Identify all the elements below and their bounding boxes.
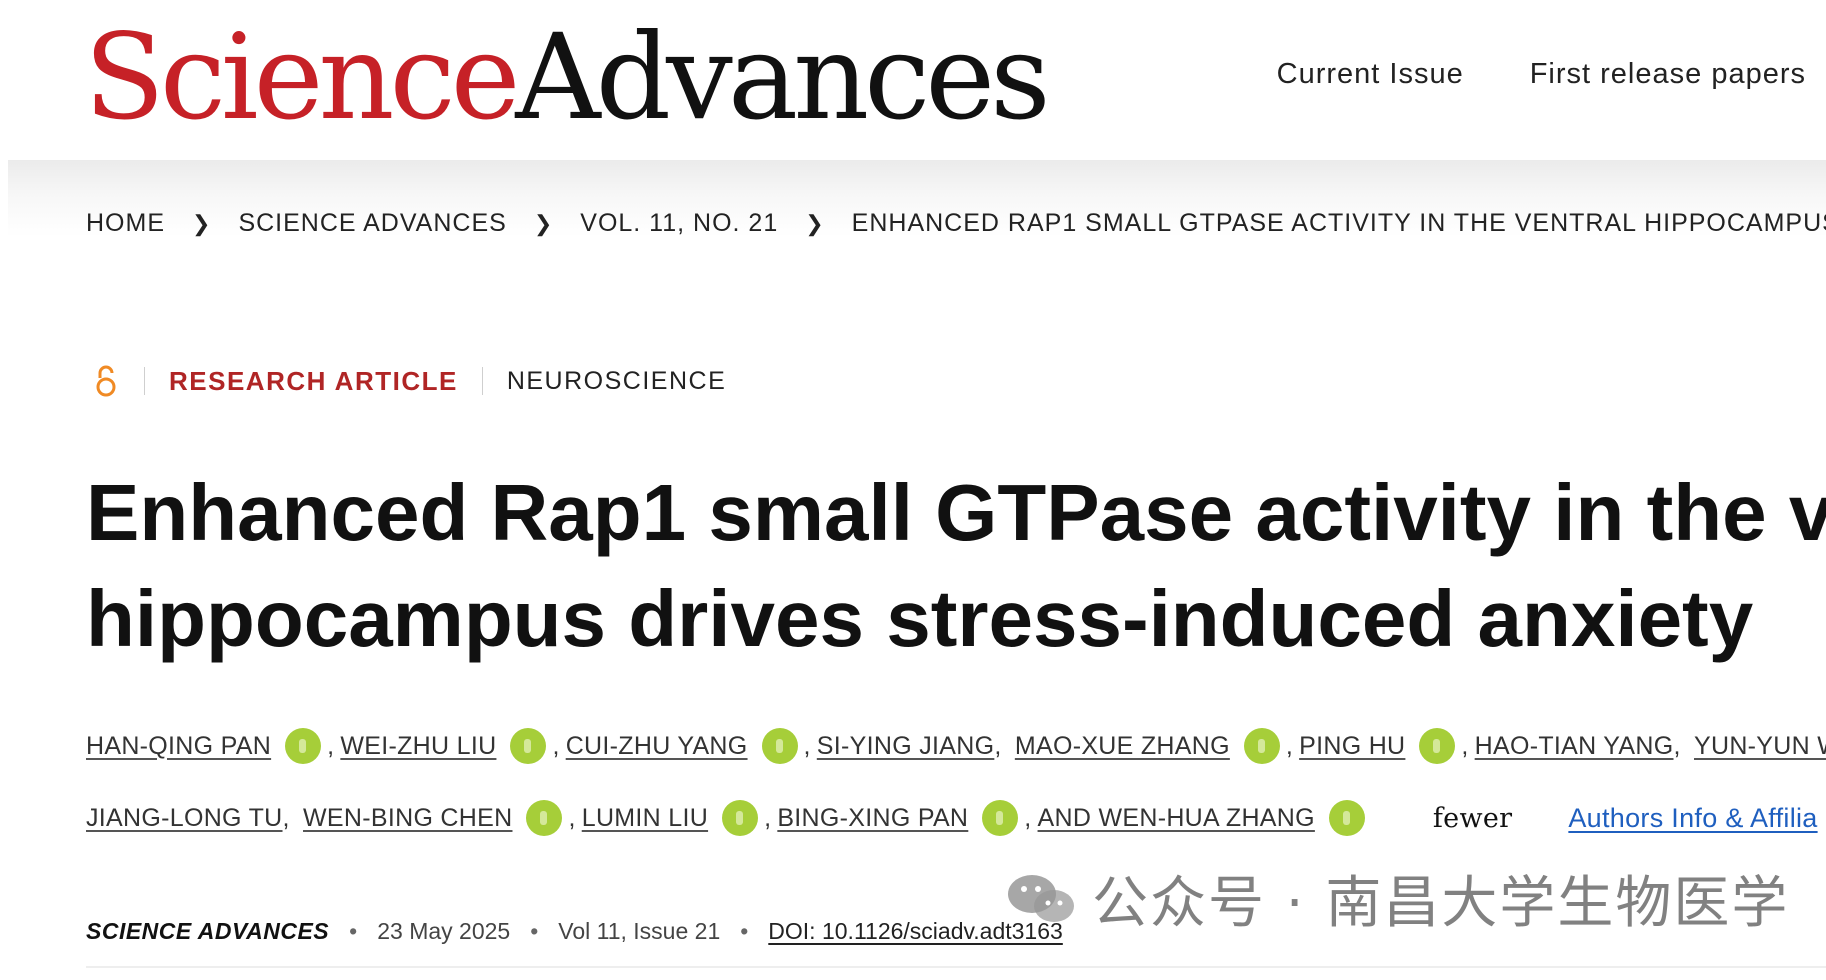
- chevron-right-icon: ❯: [805, 210, 825, 236]
- author-link[interactable]: MAO-XUE ZHANG: [1015, 732, 1230, 761]
- author-list-row-2: JIANG-LONG TU, WEN-BING CHEN , LUMIN LIU…: [86, 800, 1818, 836]
- orcid-icon[interactable]: [526, 800, 563, 836]
- article-title-line-2: hippocampus drives stress-induced anxiet…: [86, 574, 1754, 663]
- author-link[interactable]: LUMIN LIU: [582, 804, 708, 833]
- author-link[interactable]: WEI-ZHU LIU: [340, 732, 496, 761]
- science-advances-logo[interactable]: ScienceAdvances: [84, 18, 1051, 136]
- site-header: ScienceAdvances Current Issue First rele…: [0, 0, 1826, 160]
- issue-link[interactable]: Vol 11, Issue 21: [558, 918, 720, 945]
- author-link[interactable]: HAN-QING PAN: [86, 732, 271, 761]
- breadcrumb-volume[interactable]: VOL. 11, NO. 21: [580, 209, 778, 238]
- logo-advances-word: Advances: [515, 8, 1050, 146]
- author-link[interactable]: YUN-YUN WAN: [1694, 732, 1826, 761]
- breadcrumb-science-advances[interactable]: SCIENCE ADVANCES: [238, 209, 506, 238]
- breadcrumb: HOME ❯ SCIENCE ADVANCES ❯ VOL. 11, NO. 2…: [86, 209, 1826, 238]
- nav-first-release-papers[interactable]: First release papers: [1530, 58, 1806, 91]
- author-list-row-1: HAN-QING PAN , WEI-ZHU LIU , CUI-ZHU YAN…: [86, 728, 1826, 764]
- meta-separator: •: [740, 918, 749, 944]
- top-nav: Current Issue First release papers: [1277, 58, 1806, 91]
- article-title: Enhanced Rap1 small GTPase activity in t…: [86, 460, 1826, 672]
- open-access-lock-icon: [96, 365, 116, 397]
- author-link[interactable]: CUI-ZHU YANG: [566, 732, 748, 761]
- tag-divider: [481, 367, 483, 395]
- author-link[interactable]: SI-YING JIANG: [817, 732, 995, 761]
- article-tag-row: RESEARCH ARTICLE NEUROSCIENCE: [92, 364, 726, 398]
- authors-info-affiliations-link[interactable]: Authors Info & Affilia: [1568, 803, 1817, 834]
- author-link[interactable]: HAO-TIAN YANG: [1475, 732, 1674, 761]
- author-link[interactable]: PING HU: [1299, 732, 1405, 761]
- meta-divider-line: [86, 966, 1826, 968]
- author-link[interactable]: JIANG-LONG TU: [86, 804, 283, 833]
- nav-current-issue[interactable]: Current Issue: [1277, 58, 1464, 91]
- wechat-watermark: 公众号 · 南昌大学生物医学: [1004, 858, 1789, 939]
- article-subject-link[interactable]: NEUROSCIENCE: [507, 367, 726, 396]
- chevron-right-icon: ❯: [533, 210, 554, 236]
- orcid-icon[interactable]: [761, 728, 798, 764]
- chevron-right-icon: ❯: [192, 210, 212, 236]
- author-link[interactable]: AND WEN-HUA ZHANG: [1038, 804, 1315, 833]
- meta-separator: •: [530, 918, 539, 944]
- watermark-text: 公众号 · 南昌大学生物医学: [1092, 871, 1790, 936]
- orcid-icon[interactable]: [722, 800, 759, 836]
- author-link[interactable]: WEN-BING CHEN: [303, 804, 512, 833]
- orcid-icon[interactable]: [1243, 728, 1280, 764]
- logo-science-word: Science: [84, 8, 520, 146]
- orcid-icon[interactable]: [1419, 728, 1456, 764]
- page: ScienceAdvances Current Issue First rele…: [0, 0, 1826, 980]
- show-fewer-authors-link[interactable]: fewer: [1433, 803, 1512, 834]
- wechat-icon: [1008, 874, 1074, 922]
- meta-separator: •: [349, 918, 358, 944]
- author-link[interactable]: BING-XING PAN: [777, 804, 968, 833]
- breadcrumb-home[interactable]: HOME: [86, 209, 165, 238]
- orcid-icon[interactable]: [1328, 800, 1365, 836]
- orcid-icon[interactable]: [510, 728, 547, 764]
- publication-date: 23 May 2025: [377, 918, 511, 944]
- breadcrumb-current-article: ENHANCED RAP1 SMALL GTPASE ACTIVITY IN T…: [851, 209, 1826, 237]
- orcid-icon[interactable]: [285, 728, 322, 764]
- article-type-label: RESEARCH ARTICLE: [169, 365, 458, 396]
- article-title-line-1: Enhanced Rap1 small GTPase activity in t…: [86, 468, 1826, 557]
- orcid-icon[interactable]: [982, 800, 1019, 836]
- tag-divider: [144, 367, 145, 395]
- journal-name-link[interactable]: SCIENCE ADVANCES: [86, 918, 329, 945]
- article-meta-row: SCIENCE ADVANCES • 23 May 2025 • Vol 11,…: [86, 918, 1063, 945]
